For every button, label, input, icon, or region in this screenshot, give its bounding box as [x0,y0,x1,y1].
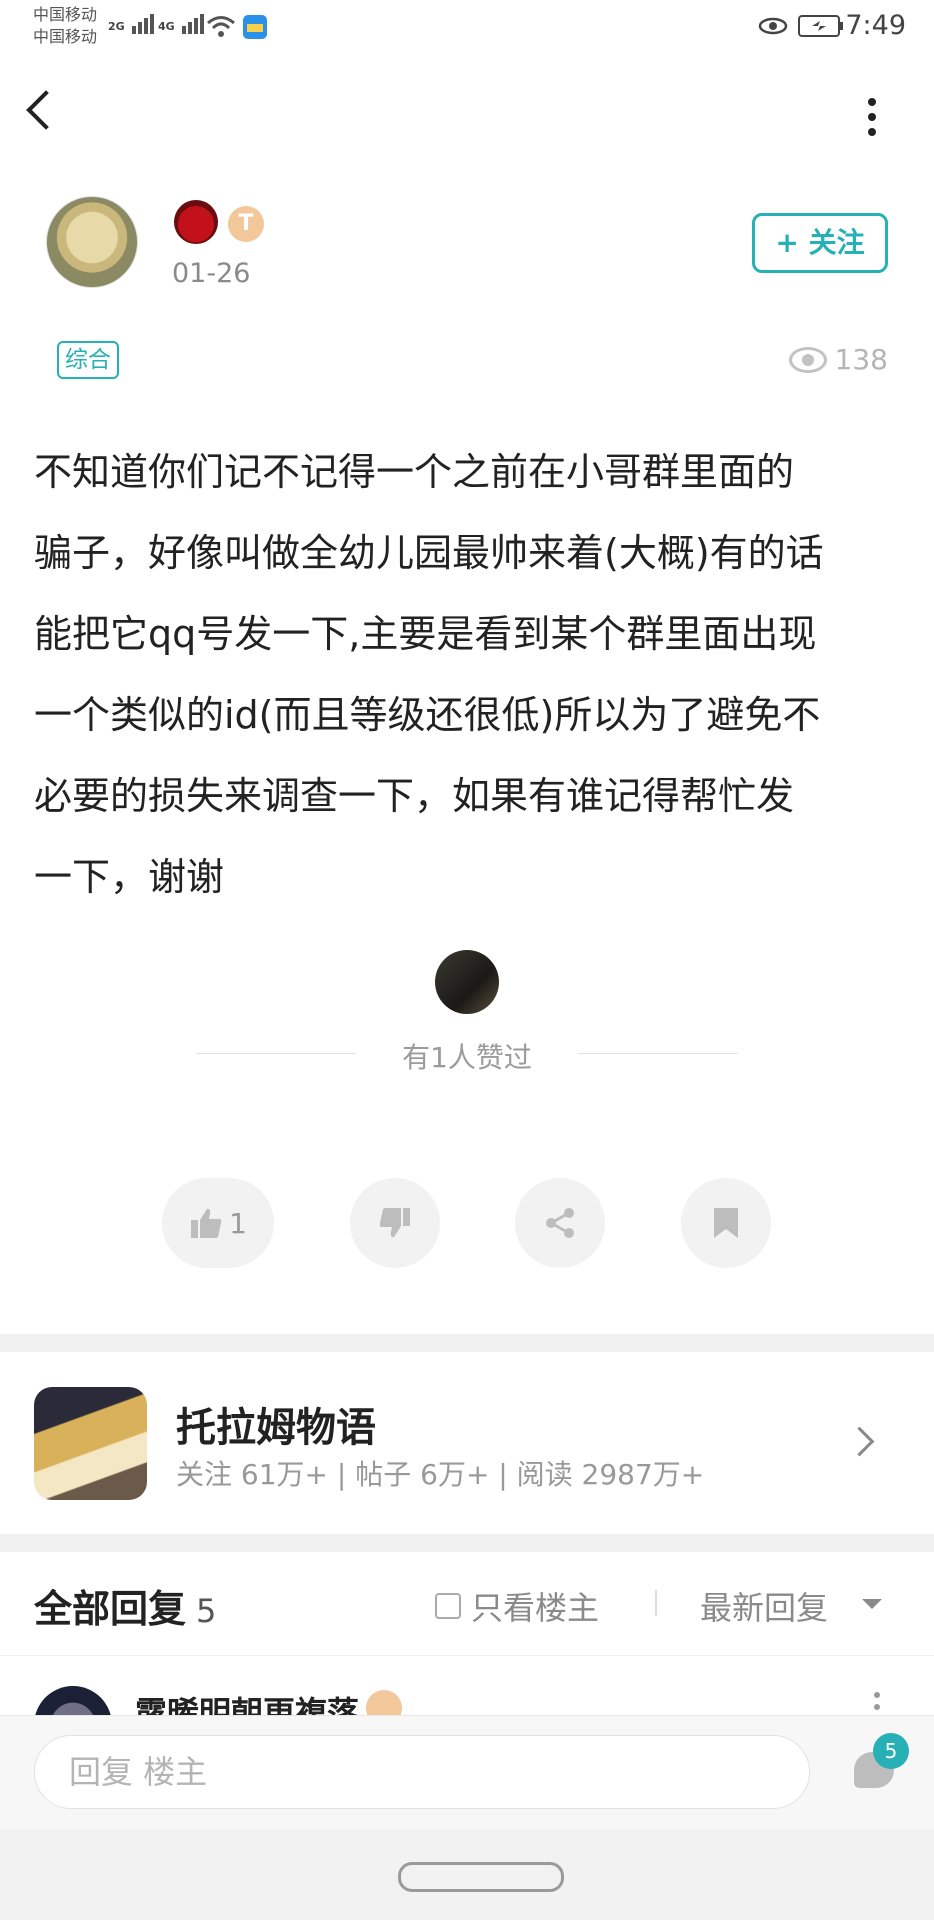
bookmark-icon [714,1208,738,1238]
share-icon [546,1208,574,1238]
bookmark-button[interactable] [681,1178,771,1268]
comment-count-badge: 5 [873,1733,909,1769]
share-button[interactable] [515,1178,605,1268]
category-tag[interactable]: 综合 [57,341,119,379]
author-avatar[interactable] [46,196,138,288]
home-indicator[interactable] [398,1862,564,1892]
wifi-icon [207,16,235,37]
thumbs-down-icon [379,1208,410,1238]
clock-time: 7:49 [845,10,906,41]
view-count: 138 [788,343,888,376]
like-button[interactable]: 1 [162,1178,274,1268]
net-type-label: 2G [108,20,125,33]
more-options-icon[interactable] [868,98,876,143]
forum-name: 托拉姆物语 [176,1405,376,1451]
net-type-label-2: 4G [158,20,175,33]
sort-dropdown[interactable]: 最新回复 [700,1583,828,1629]
section-separator [0,1334,934,1352]
like-count: 1 [229,1206,247,1240]
level-badge: T [228,206,264,242]
signal-icon [131,14,154,34]
post-body: 不知道你们记不记得一个之前在小哥群里面的 骗子，好像叫做全幼儿园最帅来着(大概)… [34,450,824,899]
only-host-toggle[interactable]: 只看楼主 [435,1583,599,1629]
forum-icon [34,1387,147,1500]
back-icon[interactable] [26,90,66,130]
caret-down-icon [862,1599,882,1609]
replies-divider [0,1655,934,1656]
only-host-label: 只看楼主 [471,1589,600,1627]
vertical-divider [655,1590,657,1616]
signal-4g: 4G [158,12,208,34]
thumbs-up-icon [191,1208,222,1238]
carrier-label: 中国移动 [33,5,98,24]
reply-input[interactable]: 回复 楼主 [34,1735,810,1809]
dislike-button[interactable] [350,1178,440,1268]
replies-title: 全部回复 5 [34,1578,216,1633]
signal-icon-2 [181,14,204,34]
replies-title-label: 全部回复 [34,1587,187,1631]
post-date: 01-26 [172,258,251,289]
eye-icon [788,346,827,373]
checkbox-icon[interactable] [435,1593,461,1619]
follow-button[interactable]: + 关注 [752,213,888,273]
eye-comfort-icon [758,17,788,35]
forum-stats: 关注 61万+ | 帖子 6万+ | 阅读 2987万+ [176,1458,705,1491]
view-count-label: 138 [834,343,888,376]
liked-by-text[interactable]: 有1人赞过 [0,1036,934,1076]
section-separator-2 [0,1534,934,1552]
carrier-label-2: 中国移动 [33,27,98,46]
demon-badge-icon [174,200,218,244]
battery-icon [798,15,843,37]
signal-2g: 2G [108,12,158,34]
app-notification-icon [243,15,267,39]
replies-count: 5 [196,1592,217,1630]
liker-avatar[interactable] [435,950,499,1014]
